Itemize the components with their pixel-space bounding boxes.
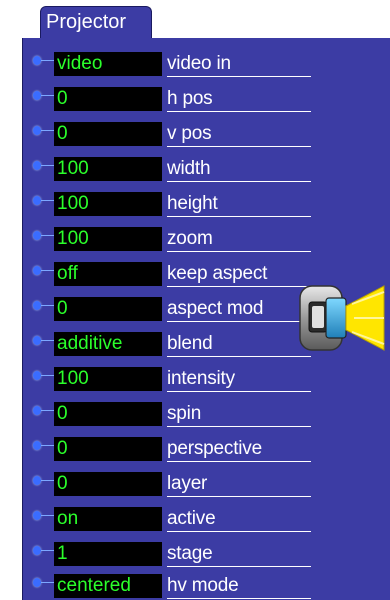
port-connector-line: [41, 515, 55, 516]
property-label: stage: [167, 541, 311, 567]
input-port-dot[interactable]: [33, 161, 41, 170]
property-label: perspective: [167, 436, 311, 462]
port-connector-line: [41, 200, 55, 201]
property-row-perspective: 0 perspective: [23, 431, 323, 462]
property-value-field[interactable]: 100: [54, 367, 162, 391]
port-connector-line: [41, 340, 55, 341]
property-value-field[interactable]: 100: [54, 157, 162, 181]
port-connector-line: [41, 270, 55, 271]
property-value-field[interactable]: 0: [54, 297, 162, 321]
property-row-spin: 0 spin: [23, 396, 323, 427]
input-port-dot[interactable]: [33, 511, 41, 520]
property-label: zoom: [167, 226, 311, 252]
input-port-dot[interactable]: [33, 476, 41, 485]
port-connector-line: [41, 165, 55, 166]
property-label: active: [167, 506, 311, 532]
property-label: hv mode: [167, 573, 311, 599]
input-port-dot[interactable]: [33, 371, 41, 380]
property-row-hv-mode: centered hv mode: [23, 568, 323, 599]
port-connector-line: [41, 235, 55, 236]
property-value-field[interactable]: 0: [54, 437, 162, 461]
property-row-aspect-mod: 0 aspect mod: [23, 291, 323, 322]
input-port-dot[interactable]: [33, 231, 41, 240]
property-value-field[interactable]: 100: [54, 192, 162, 216]
port-connector-line: [41, 60, 55, 61]
property-label: spin: [167, 401, 311, 427]
property-row-h-pos: 0 h pos: [23, 81, 323, 112]
property-value-field[interactable]: 1: [54, 542, 162, 566]
property-value-field[interactable]: on: [54, 507, 162, 531]
property-label: width: [167, 156, 311, 182]
property-row-width: 100 width: [23, 151, 323, 182]
property-value-field[interactable]: 100: [54, 227, 162, 251]
property-row-video-in: video video in: [23, 46, 323, 77]
property-label: blend: [167, 331, 311, 357]
input-port-dot[interactable]: [33, 126, 41, 135]
input-port-dot[interactable]: [33, 578, 41, 587]
port-connector-line: [41, 95, 55, 96]
input-port-dot[interactable]: [33, 266, 41, 275]
property-label: h pos: [167, 86, 311, 112]
property-row-layer: 0 layer: [23, 466, 323, 497]
port-connector-line: [41, 582, 55, 583]
property-label: height: [167, 191, 311, 217]
property-value-field[interactable]: video: [54, 52, 162, 76]
port-connector-line: [41, 480, 55, 481]
property-label: video in: [167, 51, 311, 77]
property-label: v pos: [167, 121, 311, 147]
property-label: layer: [167, 471, 311, 497]
input-port-dot[interactable]: [33, 336, 41, 345]
property-label: keep aspect: [167, 261, 311, 287]
input-port-dot[interactable]: [33, 301, 41, 310]
port-connector-line: [41, 305, 55, 306]
input-port-dot[interactable]: [33, 441, 41, 450]
property-value-field[interactable]: 0: [54, 402, 162, 426]
property-value-field[interactable]: 0: [54, 122, 162, 146]
property-value-field[interactable]: additive: [54, 332, 162, 356]
property-label: intensity: [167, 366, 311, 392]
projector-icon: [299, 285, 385, 351]
input-port-dot[interactable]: [33, 196, 41, 205]
actor-title-tab[interactable]: Projector: [40, 6, 152, 40]
property-row-stage: 1 stage: [23, 536, 323, 567]
property-row-height: 100 height: [23, 186, 323, 217]
port-connector-line: [41, 410, 55, 411]
port-connector-line: [41, 130, 55, 131]
property-row-blend: additive blend: [23, 326, 323, 357]
property-row-v-pos: 0 v pos: [23, 116, 323, 147]
input-port-dot[interactable]: [33, 406, 41, 415]
property-value-field[interactable]: off: [54, 262, 162, 286]
property-value-field[interactable]: centered: [54, 574, 162, 598]
port-connector-line: [41, 445, 55, 446]
property-row-keep-aspect: off keep aspect: [23, 256, 323, 287]
property-label: aspect mod: [167, 296, 311, 322]
input-port-dot[interactable]: [33, 546, 41, 555]
property-row-zoom: 100 zoom: [23, 221, 323, 252]
property-row-intensity: 100 intensity: [23, 361, 323, 392]
property-value-field[interactable]: 0: [54, 87, 162, 111]
port-connector-line: [41, 375, 55, 376]
input-port-dot[interactable]: [33, 56, 41, 65]
property-value-field[interactable]: 0: [54, 472, 162, 496]
property-row-active: on active: [23, 501, 323, 532]
port-connector-line: [41, 550, 55, 551]
input-port-dot[interactable]: [33, 91, 41, 100]
